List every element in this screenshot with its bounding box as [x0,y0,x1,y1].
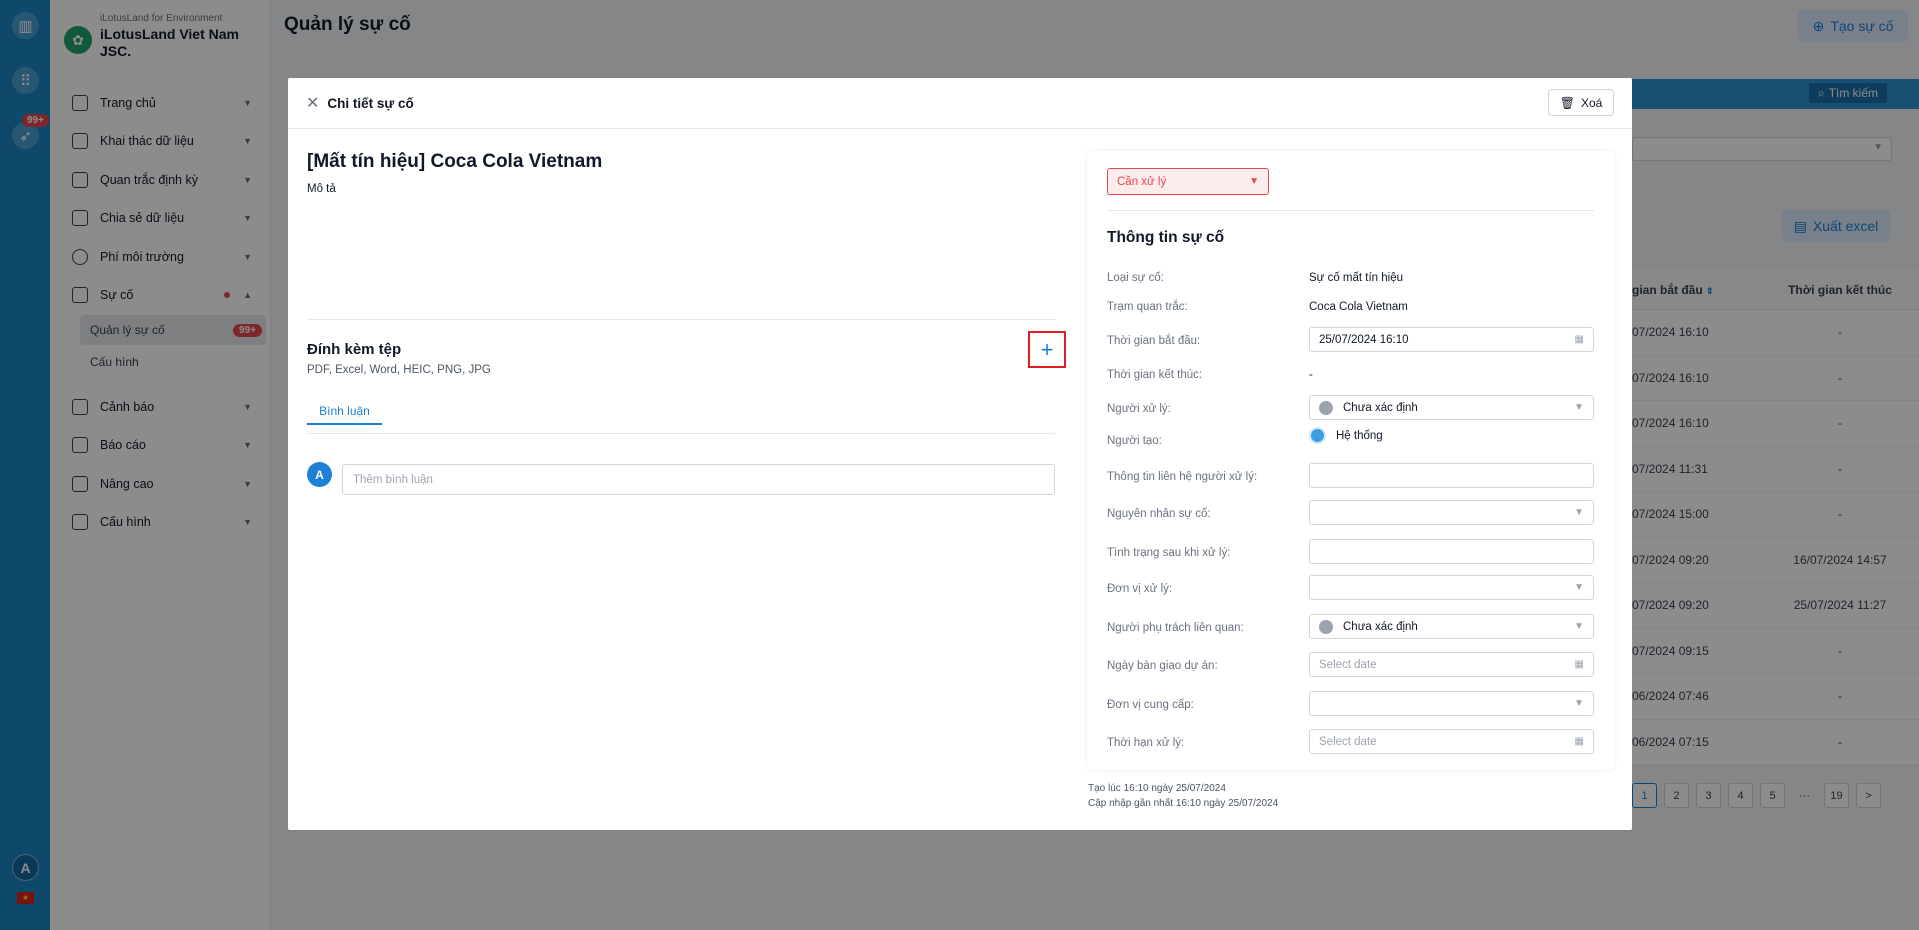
end-time-value: - [1309,369,1313,381]
creator-value-wrap: Hệ thống [1309,427,1383,444]
after-status-input[interactable] [1309,539,1594,564]
related-person-label: Người phụ trách liên quan: [1107,622,1244,634]
handover-date-picker[interactable]: Select date ▦ [1309,652,1594,677]
attachment-title: Đính kèm tệp [307,341,402,358]
status-select[interactable]: Cần xử lý ▼ [1107,168,1269,195]
info-title: Thông tin sự cố [1107,229,1225,246]
end-time-label: Thời gian kết thúc: [1107,369,1203,381]
updated-note: Cập nhập gần nhất 16:10 ngày 25/07/2024 [1088,798,1279,809]
contact-input[interactable] [1309,463,1594,488]
comment-input[interactable] [342,464,1055,495]
creator-value: Hệ thống [1336,429,1383,442]
unit-label: Đơn vị xử lý: [1107,583,1173,595]
modal-title: Chi tiết sự cố [327,95,414,111]
handler-value: Chưa xác định [1343,401,1418,414]
chevron-down-icon: ▼ [1574,507,1584,518]
chevron-down-icon: ▼ [1574,621,1584,632]
station-label: Trạm quan trắc: [1107,301,1188,313]
calendar-icon: ▦ [1574,659,1584,670]
add-attachment-button[interactable]: + [1028,331,1066,368]
deadline-placeholder: Select date [1319,735,1377,748]
calendar-icon: ▦ [1574,736,1584,747]
user-avatar-icon [1319,400,1333,415]
start-time-value: 25/07/2024 16:10 [1319,333,1409,346]
description-label[interactable]: Mô tả [307,183,336,195]
divider [307,319,1055,320]
supplier-select[interactable]: ▼ [1309,691,1594,716]
incident-info-panel: Cần xử lý ▼ Thông tin sự cố Loại sự cố: … [1087,151,1614,770]
handler-label: Người xử lý: [1107,403,1171,415]
after-status-label: Tình trạng sau khi xử lý: [1107,547,1231,559]
comment-avatar: A [307,462,332,487]
trash-icon: 🗑 [1559,95,1575,110]
calendar-icon: ▦ [1574,334,1584,345]
incident-title[interactable]: [Mất tín hiệu] Coca Cola Vietnam [307,151,602,173]
created-note: Tạo lúc 16:10 ngày 25/07/2024 [1088,783,1226,794]
tab-comments[interactable]: Bình luận [307,398,382,425]
deadline-label: Thời hạn xử lý: [1107,737,1185,749]
system-avatar-icon [1309,427,1326,444]
start-time-label: Thời gian bắt đầu: [1107,335,1201,347]
chevron-down-icon: ▼ [1249,176,1259,187]
supplier-label: Đơn vị cung cấp: [1107,699,1194,711]
creator-label: Người tạo: [1107,435,1162,447]
station-value: Coca Cola Vietnam [1309,301,1408,313]
delete-button[interactable]: 🗑 Xoá [1548,89,1614,116]
close-icon[interactable]: ✕ [306,93,319,113]
plus-icon: + [1040,336,1054,362]
modal-header: ✕ Chi tiết sự cố 🗑 Xoá [288,78,1632,129]
status-value: Cần xử lý [1117,175,1167,188]
related-person-select[interactable]: Chưa xác định ▼ [1309,614,1594,639]
handover-date-placeholder: Select date [1319,658,1377,671]
incident-detail-modal: ✕ Chi tiết sự cố 🗑 Xoá [Mất tín hiệu] Co… [288,78,1632,830]
chevron-down-icon: ▼ [1574,698,1584,709]
cause-label: Nguyên nhân sự cố: [1107,508,1211,520]
contact-label: Thông tin liên hệ người xử lý: [1107,471,1258,483]
handler-select[interactable]: Chưa xác định ▼ [1309,395,1594,420]
unit-select[interactable]: ▼ [1309,575,1594,600]
cause-select[interactable]: ▼ [1309,500,1594,525]
attachment-types: PDF, Excel, Word, HEIC, PNG, JPG [307,364,491,376]
deadline-date-picker[interactable]: Select date ▦ [1309,729,1594,754]
divider [1107,210,1594,211]
chevron-down-icon: ▼ [1574,582,1584,593]
type-value: Sự cố mất tín hiệu [1309,272,1403,284]
user-avatar-icon [1319,619,1333,634]
related-person-value: Chưa xác định [1343,620,1418,633]
start-time-picker[interactable]: 25/07/2024 16:10 ▦ [1309,327,1594,352]
handover-date-label: Ngày bàn giao dự án: [1107,660,1218,672]
chevron-down-icon: ▼ [1574,402,1584,413]
type-label: Loại sự cố: [1107,272,1164,284]
delete-label: Xoá [1580,95,1603,110]
tab-divider [307,433,1055,434]
